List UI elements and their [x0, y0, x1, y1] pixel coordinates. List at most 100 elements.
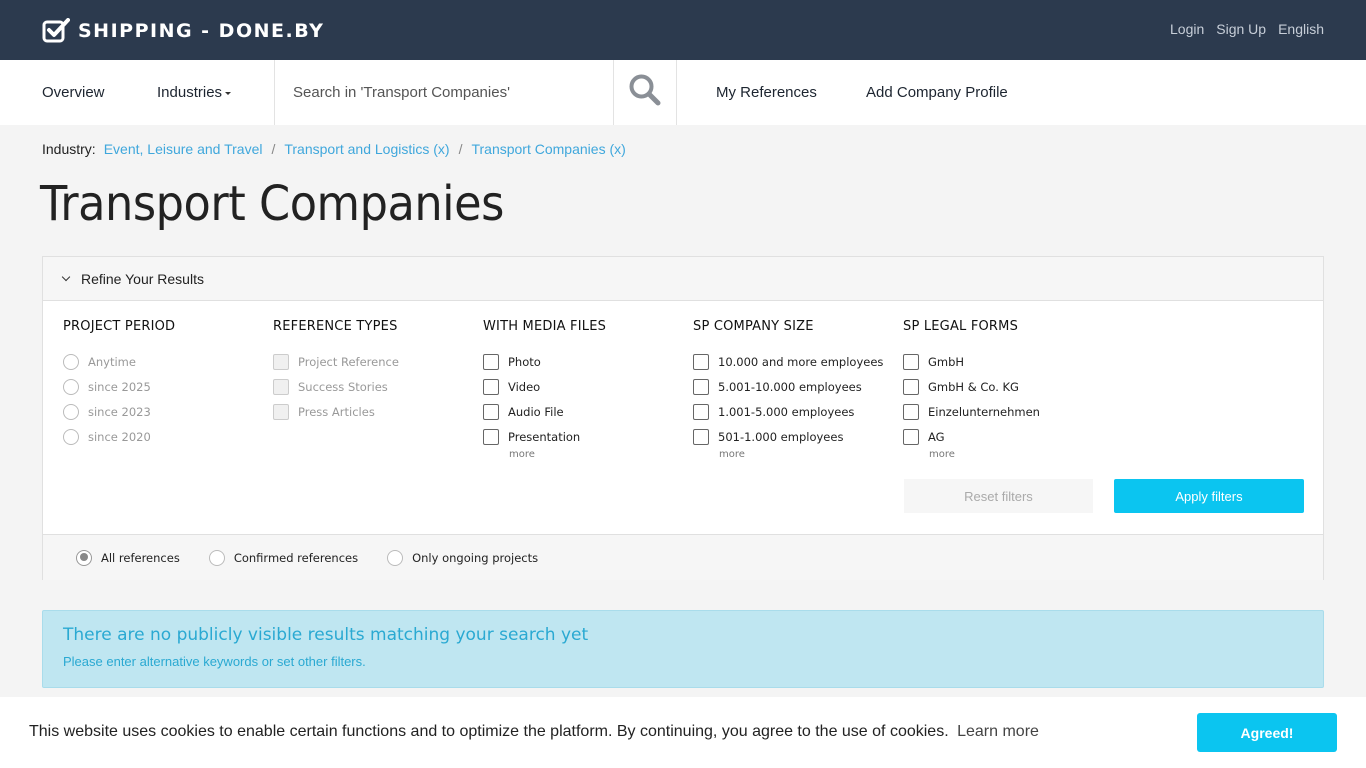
checkbox-option[interactable]: GmbH — [903, 349, 1103, 374]
checkbox-option[interactable]: GmbH & Co. KG — [903, 374, 1103, 399]
cookie-message: This website uses cookies to enable cert… — [29, 723, 949, 740]
option-label: Success Stories — [298, 379, 388, 394]
cookie-banner: This website uses cookies to enable cert… — [0, 697, 1366, 768]
option-label: Anytime — [88, 354, 136, 369]
breadcrumb: Industry: Event, Leisure and Travel / Tr… — [42, 141, 626, 157]
radio-button[interactable] — [387, 549, 404, 566]
filter-panel-toggle[interactable]: Refine Your Results — [43, 257, 1323, 301]
checkbox-option[interactable]: 10.000 and more employees — [693, 349, 893, 374]
filter-panel-title: Refine Your Results — [81, 270, 204, 287]
radio-button[interactable] — [208, 549, 225, 566]
checkbox[interactable] — [483, 378, 499, 395]
checkbox-option[interactable]: 5.001-10.000 employees — [693, 374, 893, 399]
checkbox[interactable] — [903, 378, 919, 395]
checkbox[interactable] — [903, 403, 919, 420]
checkbox-option[interactable]: Photo — [483, 349, 683, 374]
checkbox[interactable] — [693, 403, 709, 420]
checkbox-option[interactable]: AG — [903, 424, 1103, 449]
search-box — [274, 60, 614, 125]
checkbox-option[interactable]: Press Articles — [273, 399, 473, 424]
learn-more-link[interactable]: Learn more — [957, 723, 1039, 740]
checkbox[interactable] — [693, 428, 709, 445]
radio-button[interactable] — [63, 403, 79, 420]
breadcrumb-separator: / — [271, 141, 276, 157]
checkbox-option[interactable]: 1.001-5.000 employees — [693, 399, 893, 424]
checkbox-option[interactable]: Einzelunternehmen — [903, 399, 1103, 424]
filter-panel: Refine Your Results PROJECT PERIOD Anyti… — [42, 256, 1324, 580]
option-label: Presentation — [508, 429, 581, 444]
checkbox-option[interactable]: Success Stories — [273, 374, 473, 399]
search-button[interactable] — [614, 60, 677, 125]
option-label: since 2023 — [88, 404, 151, 419]
checkbox-option[interactable]: Video — [483, 374, 683, 399]
more-link[interactable]: more — [509, 449, 683, 460]
cookie-message-row: This website uses cookies to enable cert… — [29, 723, 1039, 741]
breadcrumb-item-transport-logistics[interactable]: Transport and Logistics (x) — [284, 141, 449, 157]
radio-button[interactable] — [63, 428, 79, 445]
account-links: Login Sign Up English — [1158, 21, 1324, 37]
checkbox[interactable] — [693, 378, 709, 395]
filter-heading: WITH MEDIA FILES — [483, 319, 607, 334]
nav-overview[interactable]: Overview — [42, 84, 105, 101]
option-label: Only ongoing projects — [412, 550, 539, 565]
checkbox[interactable] — [903, 353, 919, 370]
option-label: GmbH & Co. KG — [928, 379, 1019, 394]
scope-option-confirmed[interactable]: Confirmed references — [208, 545, 358, 570]
logo[interactable]: SHIPPING - DONE.BY — [42, 18, 324, 44]
reset-filters-button[interactable]: Reset filters — [904, 479, 1093, 513]
nav-industries-dropdown[interactable]: Industries — [157, 84, 232, 101]
radio-option[interactable]: since 2023 — [63, 399, 263, 424]
option-label: since 2020 — [88, 429, 151, 444]
checkbox[interactable] — [273, 403, 289, 420]
reference-scope-bar: All references Confirmed references Only… — [43, 534, 1323, 580]
nav-add-company-profile[interactable]: Add Company Profile — [866, 84, 1008, 101]
breadcrumb-item-event[interactable]: Event, Leisure and Travel — [104, 141, 263, 157]
checkbox-option[interactable]: Project Reference — [273, 349, 473, 374]
checkbox[interactable] — [273, 353, 289, 370]
login-link[interactable]: Login — [1170, 21, 1204, 37]
nav-bar: Overview Industries My References Add Co… — [0, 60, 1366, 125]
checkbox[interactable] — [483, 353, 499, 370]
scope-option-all[interactable]: All references — [76, 545, 180, 570]
radio-option[interactable]: since 2020 — [63, 424, 263, 449]
option-label: Einzelunternehmen — [928, 404, 1040, 419]
radio-option[interactable]: since 2025 — [63, 374, 263, 399]
breadcrumb-item-transport-companies[interactable]: Transport Companies (x) — [471, 141, 625, 157]
option-label: 1.001-5.000 employees — [718, 404, 855, 419]
checkbox[interactable] — [903, 428, 919, 445]
nav-industries-label: Industries — [157, 84, 223, 101]
checkbox-option[interactable]: 501-1.000 employees — [693, 424, 893, 449]
search-input[interactable] — [275, 60, 613, 125]
checkbox[interactable] — [483, 403, 499, 420]
checkbox-option[interactable]: Audio File — [483, 399, 683, 424]
signup-link[interactable]: Sign Up — [1216, 21, 1266, 37]
checkbox-option[interactable]: Presentation — [483, 424, 683, 449]
filter-media-files: WITH MEDIA FILES Photo Video Audio File … — [483, 319, 683, 460]
option-label: GmbH — [928, 354, 965, 369]
search-icon — [628, 73, 662, 112]
checkbox[interactable] — [483, 428, 499, 445]
radio-button[interactable] — [63, 378, 79, 395]
radio-option[interactable]: Anytime — [63, 349, 263, 374]
radio-button[interactable] — [63, 353, 79, 370]
filter-company-size: SP COMPANY SIZE 10.000 and more employee… — [693, 319, 893, 460]
apply-filters-button[interactable]: Apply filters — [1114, 479, 1304, 513]
logo-text: SHIPPING - DONE.BY — [78, 20, 325, 42]
language-link[interactable]: English — [1278, 21, 1324, 37]
more-link[interactable]: more — [719, 449, 893, 460]
page-title: Transport Companies — [40, 176, 504, 232]
nav-my-references[interactable]: My References — [716, 84, 817, 101]
option-label: since 2025 — [88, 379, 151, 394]
breadcrumb-label: Industry: — [42, 141, 96, 157]
filter-legal-forms: SP LEGAL FORMS GmbH GmbH & Co. KG Einzel… — [903, 319, 1103, 460]
scope-option-ongoing[interactable]: Only ongoing projects — [387, 545, 538, 570]
checkbox[interactable] — [693, 353, 709, 370]
option-label: AG — [928, 429, 945, 444]
agree-cookies-button[interactable]: Agreed! — [1197, 713, 1337, 752]
chevron-down-icon — [61, 272, 71, 281]
checkbox[interactable] — [273, 378, 289, 395]
more-link[interactable]: more — [929, 449, 1103, 460]
breadcrumb-separator: / — [458, 141, 463, 157]
radio-button-selected[interactable] — [76, 549, 92, 566]
filter-heading: SP LEGAL FORMS — [903, 319, 1019, 334]
